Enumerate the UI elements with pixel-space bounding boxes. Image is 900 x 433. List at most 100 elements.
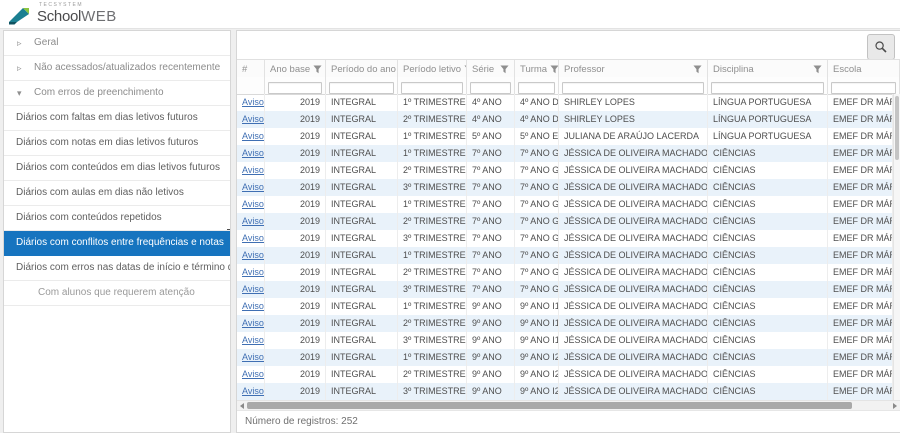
avisos-link[interactable]: Avisos [242, 148, 265, 158]
table-row[interactable]: Avisos2019INTEGRAL1º TRIMESTRE7º ANO7º A… [237, 196, 893, 213]
sidebar-item[interactable]: Diários com conteúdos repetidos [4, 206, 230, 231]
filter-input-ano_base[interactable] [268, 82, 322, 94]
horizontal-scrollbar[interactable] [237, 400, 900, 410]
search-button[interactable] [867, 34, 895, 60]
avisos-link[interactable]: Avisos [242, 267, 265, 277]
avisos-link[interactable]: Avisos [242, 114, 265, 124]
sidebar-item[interactable]: Com alunos que requerem atenção [4, 281, 230, 306]
cell-disciplina: CIÊNCIAS [708, 145, 828, 162]
filter-input-periodo_do_ano[interactable] [329, 82, 394, 94]
avisos-link[interactable]: Avisos [242, 301, 265, 311]
sidebar-item[interactable]: ▾Com erros de preenchimento [4, 81, 230, 106]
cell-turma: 9º ANO I2 [515, 366, 559, 383]
filter-input-serie[interactable] [470, 82, 511, 94]
column-header-serie[interactable]: Série [467, 60, 515, 78]
sidebar-item[interactable]: Diários com aulas em dias não letivos [4, 181, 230, 206]
avisos-link[interactable]: Avisos [242, 250, 265, 260]
sidebar-item[interactable]: Diários com conflitos entre frequências … [4, 231, 230, 256]
sidebar-item[interactable]: Diários com notas em dias letivos futuro… [4, 131, 230, 156]
column-header-ano_base[interactable]: Ano base [265, 60, 326, 78]
filter-icon[interactable] [693, 65, 702, 74]
column-header-disciplina[interactable]: Disciplina [708, 60, 828, 78]
filter-icon[interactable] [500, 65, 509, 74]
filter-input-disciplina[interactable] [711, 82, 824, 94]
sidebar-item[interactable]: Diários com erros nas datas de início e … [4, 256, 230, 281]
cell-turma: 9º ANO I2 [515, 383, 559, 400]
cell-periodo_do_ano: INTEGRAL [326, 196, 398, 213]
avisos-link[interactable]: Avisos [242, 165, 265, 175]
column-header-label: Série [472, 64, 494, 75]
table-row[interactable]: Avisos2019INTEGRAL3º TRIMESTRE9º ANO9º A… [237, 332, 893, 349]
cell-rownum: Avisos [237, 179, 265, 196]
vertical-scrollbar-thumb[interactable] [895, 96, 899, 160]
table-row[interactable]: Avisos2019INTEGRAL3º TRIMESTRE9º ANO9º A… [237, 383, 893, 400]
vertical-scrollbar[interactable] [893, 94, 900, 400]
avisos-link[interactable]: Avisos [242, 97, 265, 107]
avisos-link[interactable]: Avisos [242, 199, 265, 209]
table-row[interactable]: Avisos2019INTEGRAL3º TRIMESTRE7º ANO7º A… [237, 179, 893, 196]
column-header-periodo_letivo[interactable]: Período letivo [398, 60, 467, 78]
scroll-left-arrow-icon[interactable] [240, 403, 244, 409]
avisos-link[interactable]: Avisos [242, 131, 265, 141]
sidebar-item[interactable]: ▹Não acessados/atualizados recentemente [4, 56, 230, 81]
filter-icon[interactable] [313, 65, 322, 74]
table-row[interactable]: Avisos2019INTEGRAL1º TRIMESTRE7º ANO7º A… [237, 145, 893, 162]
horizontal-scrollbar-thumb[interactable] [247, 402, 852, 409]
chevron-right-icon: ▹ [17, 31, 22, 55]
avisos-link[interactable]: Avisos [242, 369, 265, 379]
column-header-rownum[interactable]: # [237, 60, 265, 78]
column-header-professor[interactable]: Professor [559, 60, 708, 78]
filter-input-professor[interactable] [562, 82, 704, 94]
cell-disciplina: CIÊNCIAS [708, 349, 828, 366]
table-row[interactable]: Avisos2019INTEGRAL1º TRIMESTRE4º ANO4º A… [237, 94, 893, 111]
table-row[interactable]: Avisos2019INTEGRAL2º TRIMESTRE7º ANO7º A… [237, 162, 893, 179]
avisos-link[interactable]: Avisos [242, 182, 265, 192]
cell-ano_base: 2019 [265, 332, 326, 349]
table-row[interactable]: Avisos2019INTEGRAL2º TRIMESTRE4º ANO4º A… [237, 111, 893, 128]
cell-periodo_do_ano: INTEGRAL [326, 366, 398, 383]
sidebar-item[interactable]: Diários com faltas em dias letivos futur… [4, 106, 230, 131]
cell-escola: EMEF DR MÁRIO VE [828, 162, 893, 179]
table-row[interactable]: Avisos2019INTEGRAL2º TRIMESTRE7º ANO7º A… [237, 213, 893, 230]
avisos-link[interactable]: Avisos [242, 284, 265, 294]
avisos-link[interactable]: Avisos [242, 233, 265, 243]
cell-turma: 7º ANO G2 [515, 213, 559, 230]
table-row[interactable]: Avisos2019INTEGRAL2º TRIMESTRE7º ANO7º A… [237, 264, 893, 281]
filter-input-periodo_letivo[interactable] [401, 82, 463, 94]
avisos-link[interactable]: Avisos [242, 352, 265, 362]
avisos-link[interactable]: Avisos [242, 318, 265, 328]
table-row[interactable]: Avisos2019INTEGRAL3º TRIMESTRE7º ANO7º A… [237, 230, 893, 247]
cell-serie: 4º ANO [467, 111, 515, 128]
filter-icon[interactable] [550, 65, 559, 74]
avisos-link[interactable]: Avisos [242, 216, 265, 226]
table-row[interactable]: Avisos2019INTEGRAL1º TRIMESTRE5º ANO5º A… [237, 128, 893, 145]
column-header-label: Disciplina [713, 64, 754, 75]
table-row[interactable]: Avisos2019INTEGRAL3º TRIMESTRE7º ANO7º A… [237, 281, 893, 298]
column-header-periodo_do_ano[interactable]: Período do ano [326, 60, 398, 78]
sidebar-item[interactable]: Diários com conteúdos em dias letivos fu… [4, 156, 230, 181]
table-row[interactable]: Avisos2019INTEGRAL1º TRIMESTRE7º ANO7º A… [237, 247, 893, 264]
cell-professor: JÉSSICA DE OLIVEIRA MACHADO CATRINCK [559, 298, 708, 315]
table-row[interactable]: Avisos2019INTEGRAL2º TRIMESTRE9º ANO9º A… [237, 315, 893, 332]
avisos-link[interactable]: Avisos [242, 335, 265, 345]
filter-input-escola[interactable] [831, 82, 896, 94]
table-row[interactable]: Avisos2019INTEGRAL2º TRIMESTRE9º ANO9º A… [237, 366, 893, 383]
cell-serie: 9º ANO [467, 366, 515, 383]
column-header-escola[interactable]: Escola [828, 60, 900, 78]
column-header-turma[interactable]: Turma [515, 60, 559, 78]
tecsystem-logo-icon [8, 5, 34, 25]
avisos-link[interactable]: Avisos [242, 386, 265, 396]
cell-serie: 7º ANO [467, 281, 515, 298]
cell-professor: JÉSSICA DE OLIVEIRA MACHADO CATRINCK [559, 383, 708, 400]
sidebar-item-label: Diários com faltas em dias letivos futur… [16, 112, 198, 123]
sidebar-item[interactable]: ▹Geral [4, 31, 230, 56]
table-row[interactable]: Avisos2019INTEGRAL1º TRIMESTRE9º ANO9º A… [237, 349, 893, 366]
cell-disciplina: CIÊNCIAS [708, 264, 828, 281]
cell-periodo_letivo: 2º TRIMESTRE [398, 162, 467, 179]
scroll-right-arrow-icon[interactable] [893, 403, 897, 409]
table-row[interactable]: Avisos2019INTEGRAL1º TRIMESTRE9º ANO9º A… [237, 298, 893, 315]
cell-escola: EMEF DR MÁRIO VE [828, 298, 893, 315]
filter-icon[interactable] [813, 65, 822, 74]
filter-input-turma[interactable] [518, 82, 555, 94]
cell-ano_base: 2019 [265, 230, 326, 247]
